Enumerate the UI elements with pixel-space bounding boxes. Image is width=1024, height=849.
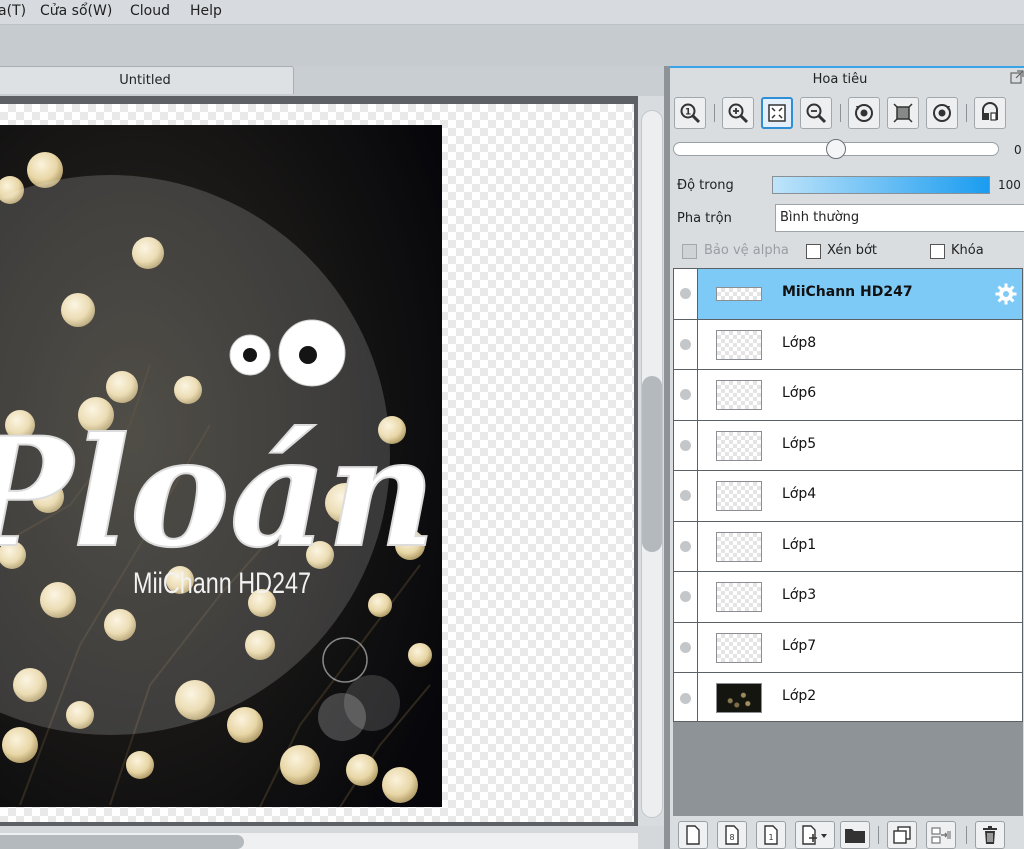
- layer-list-empty-area: [673, 722, 1023, 816]
- opacity-value: 100: [998, 178, 1021, 192]
- layer-name: MiiChann HD247: [782, 284, 913, 300]
- toolbar-separator: [966, 104, 967, 122]
- layer-row[interactable]: Lớp4: [674, 471, 1022, 522]
- svg-text:1: 1: [685, 108, 691, 118]
- menu-item-window[interactable]: Cửa sổ(W): [40, 3, 112, 19]
- eye-icon: [680, 641, 691, 653]
- horizontal-scroll-thumb[interactable]: [0, 835, 244, 849]
- layer-row[interactable]: Lớp5: [674, 420, 1022, 471]
- eye-icon: [680, 591, 691, 603]
- artwork-svg: Ploán MiiChann HD247: [0, 125, 442, 807]
- document-tab[interactable]: Untitled: [0, 66, 294, 94]
- layer-thumbnail: [716, 380, 762, 410]
- visibility-toggle[interactable]: [674, 269, 698, 319]
- artwork-title-text: Ploán: [0, 405, 436, 581]
- new-folder-icon[interactable]: [840, 821, 870, 849]
- zoom-slider-knob[interactable]: [826, 139, 846, 159]
- lock-label: Khóa: [951, 243, 984, 258]
- layer-list: MiiChann HD247 Lớp8 Lớp6 Lớp5 Lớp4 Lớp1 …: [673, 268, 1023, 724]
- layer-row[interactable]: Lớp3: [674, 572, 1022, 623]
- merge-down-icon[interactable]: [926, 821, 956, 849]
- visibility-toggle[interactable]: [674, 420, 698, 470]
- layer-thumbnail: [716, 632, 762, 663]
- layer-row[interactable]: Lớp2: [674, 673, 1022, 724]
- zoom-actual-icon[interactable]: 1: [674, 97, 706, 129]
- layer-name: Lớp2: [782, 688, 817, 704]
- layer-name: Lớp5: [782, 435, 817, 452]
- eye-icon: [680, 288, 691, 300]
- protect-alpha-label: Bảo vệ alpha: [704, 243, 789, 258]
- layer-row[interactable]: Lớp8: [674, 319, 1022, 370]
- eye-icon: [680, 490, 691, 502]
- layer-thumbnail: [716, 582, 762, 612]
- artwork-watermark-text: MiiChann HD247: [133, 567, 311, 600]
- clipping-label: Xén bớt: [827, 243, 877, 258]
- duplicate-layer-icon[interactable]: [887, 821, 917, 849]
- new-8bit-layer-icon[interactable]: 8: [717, 821, 747, 849]
- visibility-toggle[interactable]: [674, 673, 698, 724]
- layer-thumbnail: [716, 287, 762, 301]
- fit-screen-icon[interactable]: [761, 97, 793, 129]
- vertical-scroll-thumb[interactable]: [642, 376, 662, 552]
- svg-text:1: 1: [768, 833, 773, 842]
- opacity-slider[interactable]: [772, 176, 990, 194]
- toolbar: [0, 24, 1024, 66]
- layer-thumbnail: [716, 683, 762, 713]
- menu-item-cloud[interactable]: Cloud: [130, 3, 170, 19]
- layer-name: Lớp7: [782, 637, 817, 654]
- layer-thumbnail: [716, 430, 762, 461]
- add-layer-dropdown-icon[interactable]: [795, 821, 835, 849]
- panel-title: Hoa tiêu: [812, 72, 868, 87]
- visibility-toggle[interactable]: [674, 471, 698, 521]
- opacity-label: Độ trong: [677, 178, 734, 193]
- layer-name: Lớp1: [782, 536, 817, 553]
- layer-thumbnail: [716, 329, 762, 360]
- layer-name: Lớp3: [782, 587, 817, 603]
- eye-icon: [680, 389, 691, 401]
- fit-canvas-icon[interactable]: [887, 97, 919, 129]
- zoom-in-icon[interactable]: [722, 97, 754, 129]
- visibility-toggle[interactable]: [674, 370, 698, 420]
- menu-item-layer[interactable]: a(T): [0, 3, 26, 19]
- gear-icon[interactable]: [994, 282, 1018, 306]
- toolbar-separator: [840, 104, 841, 122]
- popout-icon[interactable]: [1010, 70, 1024, 86]
- layer-row[interactable]: Lớp6: [674, 370, 1022, 421]
- clipping-checkbox[interactable]: [806, 244, 821, 259]
- protect-alpha-checkbox: [682, 244, 697, 259]
- toolbar-separator: [878, 826, 879, 844]
- layer-thumbnail: [716, 531, 762, 562]
- zoom-value: 0: [1014, 143, 1022, 157]
- new-layer-icon[interactable]: [678, 821, 708, 849]
- toolbar-separator: [966, 826, 967, 844]
- toolbar-separator: [714, 104, 715, 122]
- layer-row[interactable]: Lớp7: [674, 622, 1022, 673]
- layer-row[interactable]: Lớp1: [674, 521, 1022, 572]
- rotate-left-icon[interactable]: [848, 97, 880, 129]
- layer-row[interactable]: MiiChann HD247: [674, 269, 1022, 320]
- layer-name: Lớp4: [782, 486, 817, 502]
- rotate-right-icon[interactable]: [926, 97, 958, 129]
- layer-name: Lớp6: [782, 385, 817, 401]
- visibility-toggle[interactable]: [674, 622, 698, 672]
- new-1bit-layer-icon[interactable]: 1: [756, 821, 786, 849]
- zoom-out-icon[interactable]: [800, 97, 832, 129]
- delete-layer-icon[interactable]: [975, 821, 1005, 849]
- eye-icon: [680, 692, 691, 704]
- blend-mode-label: Pha trộn: [677, 211, 732, 226]
- layer-name: Lớp8: [782, 334, 817, 351]
- visibility-toggle[interactable]: [674, 521, 698, 571]
- visibility-toggle[interactable]: [674, 319, 698, 369]
- svg-text:8: 8: [729, 833, 734, 842]
- artwork-image[interactable]: Ploán MiiChann HD247: [0, 125, 442, 807]
- flip-icon[interactable]: [974, 97, 1006, 129]
- eye-icon: [680, 439, 691, 451]
- menu-item-help[interactable]: Help: [190, 3, 222, 19]
- lock-checkbox[interactable]: [930, 244, 945, 259]
- layer-thumbnail: [716, 481, 762, 511]
- eye-icon: [680, 338, 691, 350]
- visibility-toggle[interactable]: [674, 572, 698, 622]
- blend-mode-select[interactable]: Bình thường: [775, 204, 1024, 232]
- eye-icon: [680, 540, 691, 552]
